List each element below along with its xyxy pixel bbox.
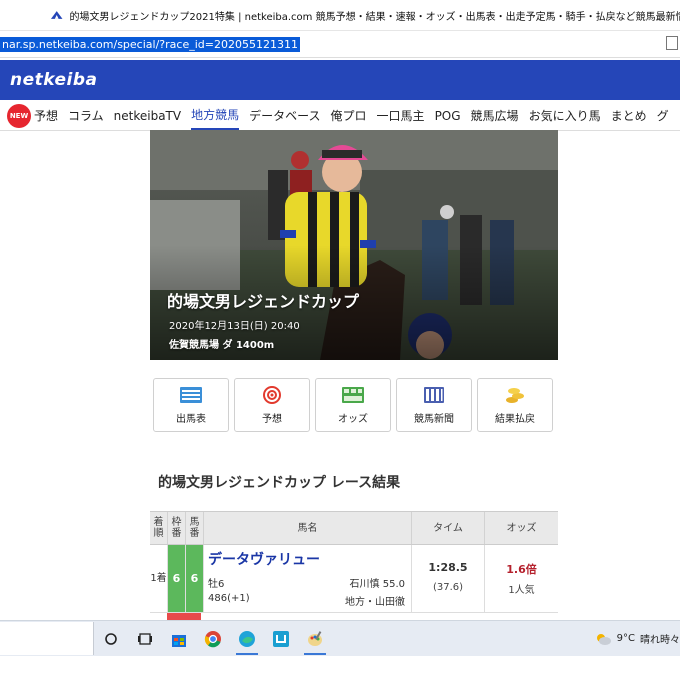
nav-item-matome[interactable]: まとめ <box>611 102 647 129</box>
menu-label: 予想 <box>262 413 282 425</box>
taskbar-search-box[interactable] <box>0 622 94 655</box>
race-venue: 佐賀競馬場 ダ 1400m <box>169 340 275 351</box>
nav-item-pog[interactable]: POG <box>435 104 461 128</box>
results-table: 着順 枠番 馬番 馬名 タイム オッズ 1着 6 6 データヴァリュー 牡6 石… <box>150 511 558 620</box>
site-header: netkeiba <box>0 60 680 100</box>
odds-cell: 1.6倍 1人気 <box>485 545 558 612</box>
table-header: 着順 枠番 馬番 馬名 タイム オッズ <box>150 511 558 545</box>
paint-icon[interactable] <box>298 622 332 655</box>
last-3f-time: (37.6) <box>432 582 464 593</box>
menu-newspaper-button[interactable]: 競馬新聞 <box>396 378 472 432</box>
nav-item-hitokuchi[interactable]: 一口馬主 <box>377 102 425 129</box>
url-field[interactable]: nar.sp.netkeiba.com/special/?race_id=202… <box>0 36 300 52</box>
new-badge-icon[interactable]: NEW <box>7 103 31 128</box>
menu-prediction-button[interactable]: 予想 <box>234 378 310 432</box>
reading-mode-icon[interactable] <box>666 36 678 50</box>
netkeiba-favicon-icon <box>50 11 63 19</box>
nav-item-database[interactable]: データベース <box>249 102 320 129</box>
menu-label: 競馬新聞 <box>414 413 454 425</box>
odds-board-icon <box>342 386 364 403</box>
hero-banner: 的場文男レジェンドカップ 2020年12月13日(日) 20:40 佐賀競馬場 … <box>150 130 558 360</box>
finish-time: 1:28.5 <box>428 561 468 574</box>
results-heading: 的場文男レジェンドカップ レース結果 <box>158 475 401 491</box>
header-horse: 馬名 <box>204 512 412 544</box>
menu-entry-table-button[interactable]: 出馬表 <box>153 378 229 432</box>
race-title: 的場文男レジェンドカップ <box>167 292 360 311</box>
menu-label: 結果払戻 <box>495 413 535 425</box>
waku-cell: 6 <box>168 545 186 612</box>
trainer: 地方・山田徹 <box>345 597 405 608</box>
edge-icon[interactable] <box>230 622 264 655</box>
menu-label: 出馬表 <box>176 413 206 425</box>
win-odds: 1.6倍 <box>506 563 537 576</box>
table-row[interactable]: 1着 6 6 データヴァリュー 牡6 石川慎 55.0 486(+1) 地方・山… <box>150 545 558 613</box>
main-content: 的場文男レジェンドカップ 2020年12月13日(日) 20:40 佐賀競馬場 … <box>150 130 558 620</box>
weather-widget[interactable]: 9°C 晴れ時々 <box>594 621 680 656</box>
table-row-partial <box>150 613 558 620</box>
taskbar: 9°C 晴れ時々 <box>0 620 680 656</box>
nav-item-netkeibatv[interactable]: netkeibaTV <box>114 104 181 128</box>
jockey-weight: 石川慎 55.0 <box>349 579 405 590</box>
header-umaban: 馬番 <box>186 512 204 544</box>
rank-cell: 1着 <box>150 545 168 612</box>
umaca-app-icon[interactable] <box>264 622 298 655</box>
netkeiba-logo[interactable]: netkeiba <box>10 70 97 90</box>
nav-item-chihou-keiba[interactable]: 地方競馬 <box>191 101 240 130</box>
horse-name-link[interactable]: データヴァリュー <box>208 549 320 569</box>
store-icon[interactable] <box>162 622 196 655</box>
body-weight: 486(+1) <box>208 593 250 604</box>
menu-odds-button[interactable]: オッズ <box>315 378 391 432</box>
time-cell: 1:28.5 (37.6) <box>412 545 485 612</box>
cortana-icon[interactable] <box>94 622 128 655</box>
header-time: タイム <box>412 512 485 544</box>
header-waku: 枠番 <box>168 512 186 544</box>
coins-icon <box>506 387 524 403</box>
header-rank: 着順 <box>150 512 168 544</box>
header-odds: オッズ <box>506 522 537 534</box>
menu-payout-button[interactable]: 結果払戻 <box>477 378 553 432</box>
race-menu: 出馬表 予想 オッズ 競馬新聞 結果払戻 <box>150 378 558 432</box>
sex-age: 牡6 <box>208 579 225 590</box>
category-nav: NEW 予想 コラム netkeibaTV 地方競馬 データベース 俺プロ 一口… <box>0 101 680 131</box>
umaban-cell: 6 <box>186 545 204 612</box>
page-bottom-margin <box>0 656 680 680</box>
task-view-icon[interactable] <box>128 622 162 655</box>
weather-temperature: 9°C <box>616 633 635 644</box>
partly-cloudy-icon <box>596 633 611 645</box>
nav-item-overflow[interactable]: グ <box>657 102 669 129</box>
tab-title: 的場文男レジェンドカップ2021特集 | netkeiba.com 競馬予想・結… <box>69 11 680 23</box>
weather-condition: 晴れ時々 <box>640 635 680 646</box>
menu-label: オッズ <box>338 413 368 425</box>
address-bar[interactable]: nar.sp.netkeiba.com/special/?race_id=202… <box>0 31 680 58</box>
target-icon <box>263 385 281 404</box>
race-datetime: 2020年12月13日(日) 20:40 <box>169 321 300 332</box>
newspaper-icon <box>424 386 444 403</box>
chrome-icon[interactable] <box>196 622 230 655</box>
horse-cell: データヴァリュー 牡6 石川慎 55.0 486(+1) 地方・山田徹 <box>204 545 412 612</box>
nav-item-orepro[interactable]: 俺プロ <box>331 102 367 129</box>
entry-table-icon <box>180 386 202 403</box>
nav-item-favorite-horses[interactable]: お気に入り馬 <box>529 102 601 129</box>
nav-item-keiba-hiroba[interactable]: 競馬広場 <box>471 102 519 129</box>
nav-item-column[interactable]: コラム <box>68 102 104 129</box>
browser-title-bar: 的場文男レジェンドカップ2021特集 | netkeiba.com 競馬予想・結… <box>0 0 680 31</box>
popularity: 1人気 <box>508 585 535 596</box>
nav-item-yosou[interactable]: 予想 <box>34 102 58 129</box>
